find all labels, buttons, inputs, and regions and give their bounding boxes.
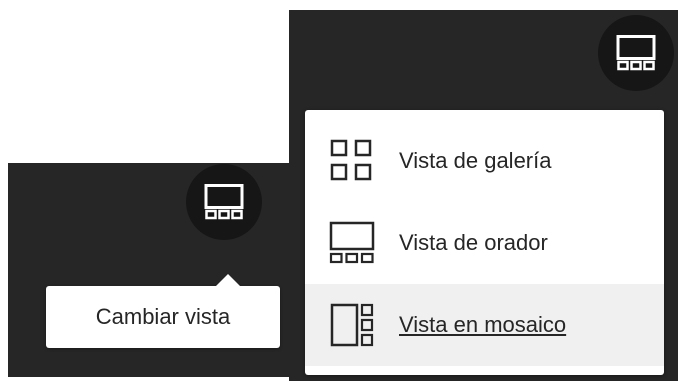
menu-item-label: Vista en mosaico bbox=[399, 312, 567, 337]
change-view-tooltip: Cambiar vista bbox=[46, 274, 280, 348]
speaker-view-icon bbox=[204, 184, 244, 220]
menu-item-gallery-view[interactable]: Vista de galería bbox=[305, 120, 664, 202]
tile-view-icon bbox=[327, 300, 377, 350]
tooltip-label: Cambiar vista bbox=[95, 304, 231, 329]
menu-item-tile-view[interactable]: Vista en mosaico bbox=[305, 284, 664, 366]
screenshot-canvas: Cambiar vista Vista de galería Vista de … bbox=[0, 0, 678, 381]
menu-item-speaker-view[interactable]: Vista de orador bbox=[305, 202, 664, 284]
menu-item-label: Vista de orador bbox=[399, 230, 548, 255]
meeting-panel-expanded: Vista de galería Vista de orador Vista e… bbox=[289, 10, 678, 381]
change-view-button[interactable] bbox=[598, 15, 674, 91]
speaker-view-icon bbox=[616, 35, 656, 71]
menu-item-label: Vista de galería bbox=[399, 148, 552, 173]
change-view-button[interactable] bbox=[186, 164, 262, 240]
speaker-view-icon bbox=[327, 218, 377, 268]
view-menu: Vista de galería Vista de orador Vista e… bbox=[305, 110, 664, 375]
meeting-panel-collapsed: Cambiar vista bbox=[8, 163, 291, 377]
gallery-view-icon bbox=[327, 136, 377, 186]
